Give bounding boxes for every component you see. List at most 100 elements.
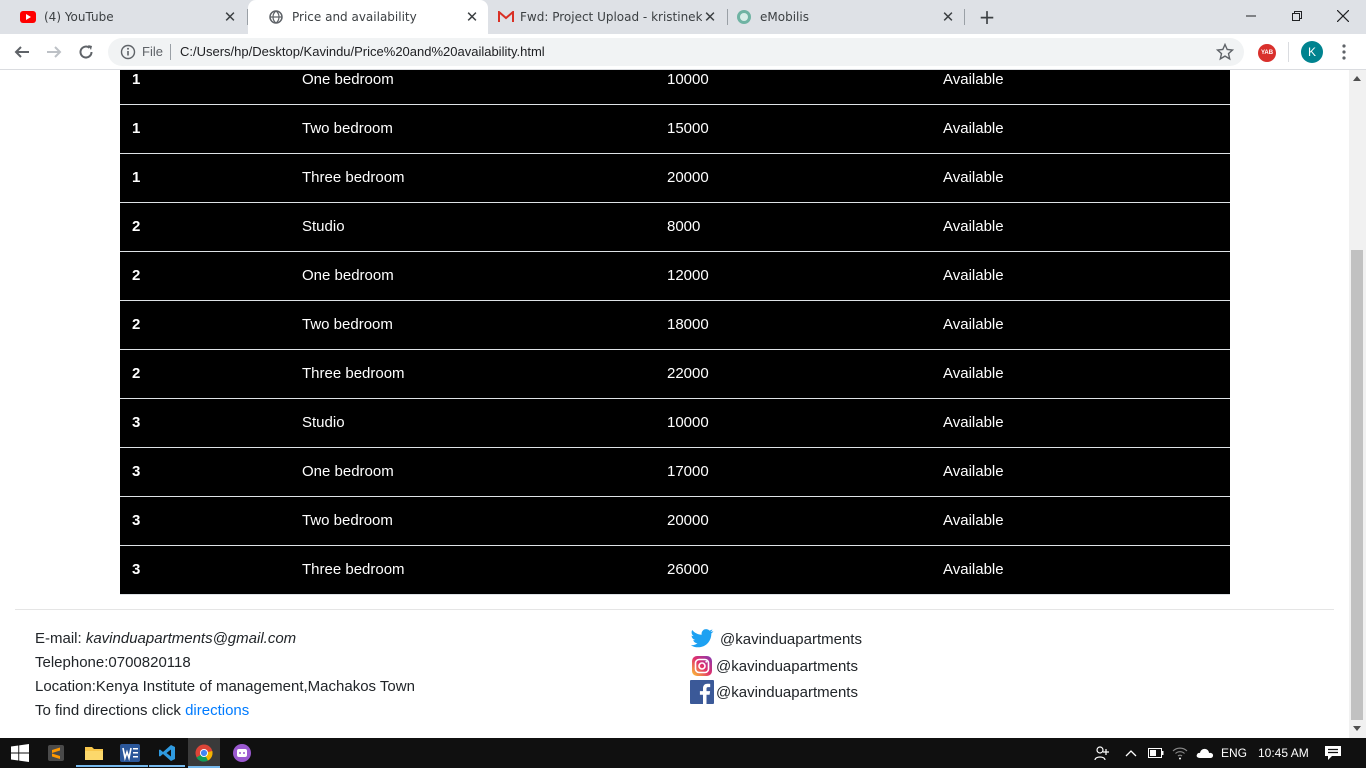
room-type-cell: Studio: [290, 398, 655, 448]
minimize-button[interactable]: [1228, 0, 1274, 32]
close-tab-icon[interactable]: ✕: [940, 8, 956, 26]
price-cell: 12000: [655, 251, 931, 301]
youtube-icon: [20, 9, 36, 25]
floor-cell: 2: [120, 202, 290, 252]
profile-initial: K: [1307, 45, 1316, 59]
table-row: 3 Two bedroom 20000 Available: [120, 496, 1230, 546]
sublime-text-icon[interactable]: [44, 741, 68, 765]
status-cell: Available: [931, 300, 1230, 350]
tab-gmail[interactable]: Fwd: Project Upload - kristinekak ✕: [488, 0, 726, 34]
room-type-cell: One bedroom: [290, 251, 655, 301]
chrome-icon[interactable]: [188, 738, 220, 768]
price-cell: 17000: [655, 447, 931, 497]
back-button[interactable]: [8, 38, 36, 66]
globe-icon: [268, 9, 284, 25]
floor-cell: 3: [120, 398, 290, 448]
status-cell: Available: [931, 70, 1230, 105]
table-row: 2 Three bedroom 22000 Available: [120, 349, 1230, 399]
price-cell: 8000: [655, 202, 931, 252]
close-tab-icon[interactable]: ✕: [702, 8, 718, 26]
contact-info: E-mail: kavinduapartments@gmail.com Tele…: [35, 627, 415, 723]
room-type-cell: Two bedroom: [290, 496, 655, 546]
close-tab-icon[interactable]: ✕: [464, 8, 480, 26]
room-type-cell: One bedroom: [290, 447, 655, 497]
table-row: 2 One bedroom 12000 Available: [120, 251, 1230, 301]
scrollbar-thumb[interactable]: [1351, 250, 1363, 720]
scroll-up-arrow-icon[interactable]: [1353, 76, 1361, 81]
new-tab-button[interactable]: +: [976, 5, 998, 29]
divider: [1288, 42, 1289, 62]
floor-cell: 2: [120, 251, 290, 301]
reload-button[interactable]: [72, 38, 100, 66]
twitter-handle[interactable]: @kavinduapartments: [690, 627, 862, 651]
telephone: Telephone:0700820118: [35, 654, 191, 671]
tab-strip: (4) YouTube ✕ Price and availability ✕ F…: [0, 0, 1366, 34]
floor-cell: 1: [120, 153, 290, 203]
url-text[interactable]: C:/Users/hp/Desktop/Kavindu/Price%20and%…: [180, 44, 545, 59]
room-type-cell: Three bedroom: [290, 349, 655, 399]
notifications-icon[interactable]: [1324, 738, 1342, 768]
twitter-handle-text: @kavinduapartments: [720, 630, 862, 648]
scheme-label: File: [142, 44, 163, 59]
profile-avatar[interactable]: K: [1301, 41, 1323, 63]
onedrive-cloud-icon[interactable]: [1196, 738, 1214, 768]
facebook-handle[interactable]: @kavinduapartments: [690, 680, 858, 704]
instagram-handle[interactable]: @kavinduapartments: [690, 654, 858, 678]
price-cell: 20000: [655, 153, 931, 203]
status-cell: Available: [931, 202, 1230, 252]
price-table: 1 One bedroom 10000 Available 1 Two bedroom 15…: [120, 70, 1230, 595]
vertical-scrollbar[interactable]: [1349, 70, 1366, 738]
status-cell: Available: [931, 496, 1230, 546]
status-cell: Available: [931, 349, 1230, 399]
close-window-button[interactable]: [1320, 0, 1366, 32]
directions-line: To find directions click directions: [35, 699, 415, 723]
people-icon[interactable]: [1094, 738, 1110, 768]
scroll-down-arrow-icon[interactable]: [1353, 726, 1361, 731]
battery-icon[interactable]: [1148, 738, 1164, 768]
word-icon[interactable]: [112, 741, 148, 767]
menu-dots-icon[interactable]: [1336, 42, 1352, 62]
language-indicator[interactable]: ENG: [1221, 738, 1247, 768]
yab-extension-icon[interactable]: YAB: [1258, 44, 1276, 62]
active-indicator: [76, 765, 112, 767]
status-cell: Available: [931, 398, 1230, 448]
directions-prefix: To find directions click: [35, 702, 186, 719]
chevron-up-icon[interactable]: [1125, 738, 1137, 768]
price-cell: 26000: [655, 545, 931, 595]
tab-title: Price and availability: [292, 10, 417, 24]
email-line: E-mail: kavinduapartments@gmail.com: [35, 627, 415, 651]
status-cell: Available: [931, 251, 1230, 301]
windows-start-icon[interactable]: [8, 741, 32, 765]
divider: [170, 44, 171, 60]
tab-price-availability[interactable]: Price and availability ✕: [248, 0, 488, 34]
price-cell: 22000: [655, 349, 931, 399]
wifi-icon[interactable]: [1172, 738, 1188, 768]
active-indicator: [149, 765, 185, 767]
bookmark-star-icon[interactable]: [1215, 42, 1235, 61]
forward-button[interactable]: [40, 38, 68, 66]
facebook-handle-text: @kavinduapartments: [716, 683, 858, 701]
price-cell: 10000: [655, 70, 931, 105]
tab-emobilis[interactable]: eMobilis ✕: [728, 0, 964, 34]
tab-youtube[interactable]: (4) YouTube ✕: [0, 0, 246, 34]
file-explorer-icon[interactable]: [76, 741, 112, 767]
language-text: ENG: [1221, 746, 1248, 760]
app-icon[interactable]: [230, 741, 254, 765]
room-type-cell: One bedroom: [290, 70, 655, 105]
restore-button[interactable]: [1274, 0, 1320, 32]
footer-divider: [15, 609, 1334, 610]
info-icon[interactable]: [120, 44, 136, 60]
table-row: 3 One bedroom 17000 Available: [120, 447, 1230, 497]
facebook-icon: [690, 680, 714, 704]
status-cell: Available: [931, 545, 1230, 595]
status-cell: Available: [931, 104, 1230, 154]
floor-cell: 1: [120, 70, 290, 105]
floor-cell: 2: [120, 300, 290, 350]
vscode-icon[interactable]: [149, 741, 185, 767]
price-cell: 20000: [655, 496, 931, 546]
close-tab-icon[interactable]: ✕: [222, 8, 238, 26]
clock[interactable]: 10:45 AM: [1258, 738, 1309, 768]
address-bar[interactable]: File C:/Users/hp/Desktop/Kavindu/Price%2…: [108, 38, 1244, 66]
directions-link[interactable]: directions: [185, 702, 249, 719]
tab-title: (4) YouTube: [44, 10, 114, 24]
